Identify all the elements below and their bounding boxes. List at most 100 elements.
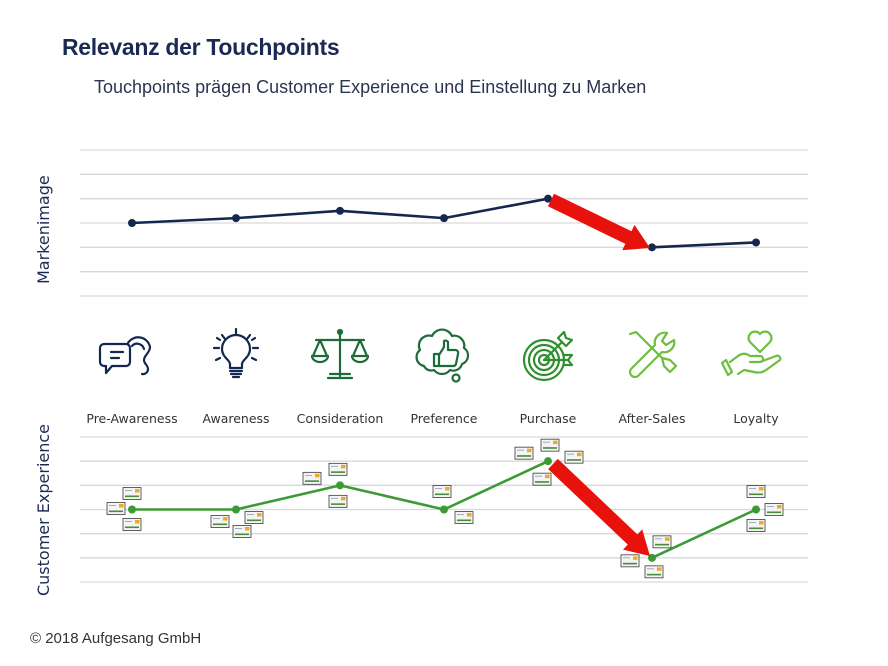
card-sun — [577, 452, 582, 457]
card-bar — [543, 447, 557, 449]
card-sun — [633, 556, 638, 560]
touchpoint-card — [764, 503, 784, 516]
markenimage-point-preference — [440, 214, 448, 223]
customer-experience-segment — [339, 484, 445, 511]
customer-experience-segment — [235, 484, 341, 511]
stage-label-after-sales: After-Sales — [619, 411, 686, 426]
card-bar — [517, 455, 531, 457]
touchpoint-card — [540, 438, 560, 452]
touchpoint-card — [432, 485, 452, 498]
touchpoint-charts: Pre-Awareness Awareness Consideration Prefe… — [80, 149, 808, 583]
touchpoint-card — [454, 511, 474, 524]
card-sun — [135, 520, 140, 524]
card-bar — [213, 523, 227, 526]
stage-label-preference: Preference — [410, 411, 477, 426]
card-sun — [223, 517, 228, 521]
stage-label-loyalty: Loyalty — [733, 411, 779, 426]
touchpoint-card — [232, 525, 252, 538]
customer-experience-drop-arrow — [548, 458, 650, 556]
touchpoint-card — [564, 450, 584, 464]
card-sun — [467, 513, 472, 517]
customer-experience-point-preference — [440, 505, 448, 514]
thumbs-up-thought-icon — [415, 328, 470, 383]
stage-icons — [98, 327, 782, 383]
touchpoint-card — [620, 554, 640, 568]
customer-experience-point-awareness — [232, 505, 240, 514]
markenimage-point-loyalty — [752, 238, 760, 247]
stage-label-awareness: Awareness — [202, 411, 269, 426]
markenimage-grid — [80, 149, 808, 297]
card-sun — [245, 527, 250, 531]
markenimage-segment — [443, 197, 549, 220]
card-bar — [623, 562, 637, 565]
markenimage-segment — [339, 209, 445, 220]
card-bar — [109, 510, 123, 513]
card-bar — [435, 493, 449, 496]
target-arrow-icon — [522, 330, 574, 382]
touchpoint-card — [746, 519, 766, 532]
card-bar — [749, 493, 763, 496]
card-sun — [341, 496, 346, 501]
touchpoint-card — [644, 565, 664, 579]
card-sun — [527, 448, 532, 453]
card-bar — [331, 471, 345, 473]
markenimage-point-consideration — [336, 206, 344, 215]
touchpoint-card — [210, 515, 230, 528]
card-sun — [119, 504, 124, 508]
stage-label-pre-awareness: Pre-Awareness — [86, 411, 177, 426]
markenimage-drop-arrow — [547, 193, 650, 251]
markenimage-point-pre-awareness — [128, 219, 136, 227]
card-sun — [315, 473, 320, 478]
card-bar — [305, 480, 319, 482]
touchpoint-card — [122, 487, 142, 500]
touchpoint-card — [122, 518, 142, 531]
touchpoint-card — [302, 471, 322, 485]
markenimage-segment — [131, 216, 237, 225]
touchpoint-card — [328, 462, 348, 476]
customer-experience-point-purchase — [544, 457, 552, 466]
customer-experience-point-loyalty — [752, 505, 760, 514]
touchpoint-card — [652, 535, 672, 549]
card-bar — [535, 481, 549, 483]
wrench-screwdriver-icon — [628, 330, 678, 379]
chat-ear-icon — [98, 336, 152, 376]
card-sun — [445, 487, 450, 491]
card-sun — [777, 505, 782, 509]
card-sun — [545, 474, 550, 479]
card-bar — [767, 511, 781, 514]
card-sun — [553, 440, 558, 445]
touchpoint-card — [328, 494, 348, 508]
card-bar — [749, 527, 763, 530]
card-bar — [655, 543, 669, 546]
card-bar — [235, 533, 249, 536]
touchpoint-card — [746, 485, 766, 498]
card-bar — [331, 503, 345, 505]
card-sun — [665, 537, 670, 541]
customer-experience-point-pre-awareness — [128, 505, 136, 514]
customer-experience-point-consideration — [336, 481, 344, 490]
card-sun — [341, 464, 346, 469]
markenimage-segment — [235, 209, 341, 220]
card-bar — [247, 519, 261, 522]
drop-arrows — [547, 193, 650, 556]
lightbulb-icon — [212, 327, 260, 379]
card-sun — [135, 489, 140, 493]
touchpoint-card — [514, 446, 534, 460]
touchpoint-card — [532, 472, 552, 486]
card-bar — [457, 519, 471, 522]
markenimage-segment — [651, 241, 757, 249]
touchpoint-card — [244, 511, 264, 524]
card-sun — [257, 513, 262, 517]
card-sun — [759, 487, 764, 491]
card-bar — [125, 526, 139, 529]
card-bar — [567, 459, 581, 461]
card-bar — [647, 573, 661, 576]
card-sun — [759, 521, 764, 525]
stage-label-consideration: Consideration — [297, 411, 384, 426]
markenimage-point-awareness — [232, 214, 240, 223]
card-bar — [125, 495, 139, 498]
scales-icon — [310, 328, 370, 380]
stage-labels: Pre-Awareness Awareness Consideration Prefe… — [86, 411, 779, 426]
card-sun — [657, 567, 662, 571]
touchpoint-card — [106, 502, 126, 515]
